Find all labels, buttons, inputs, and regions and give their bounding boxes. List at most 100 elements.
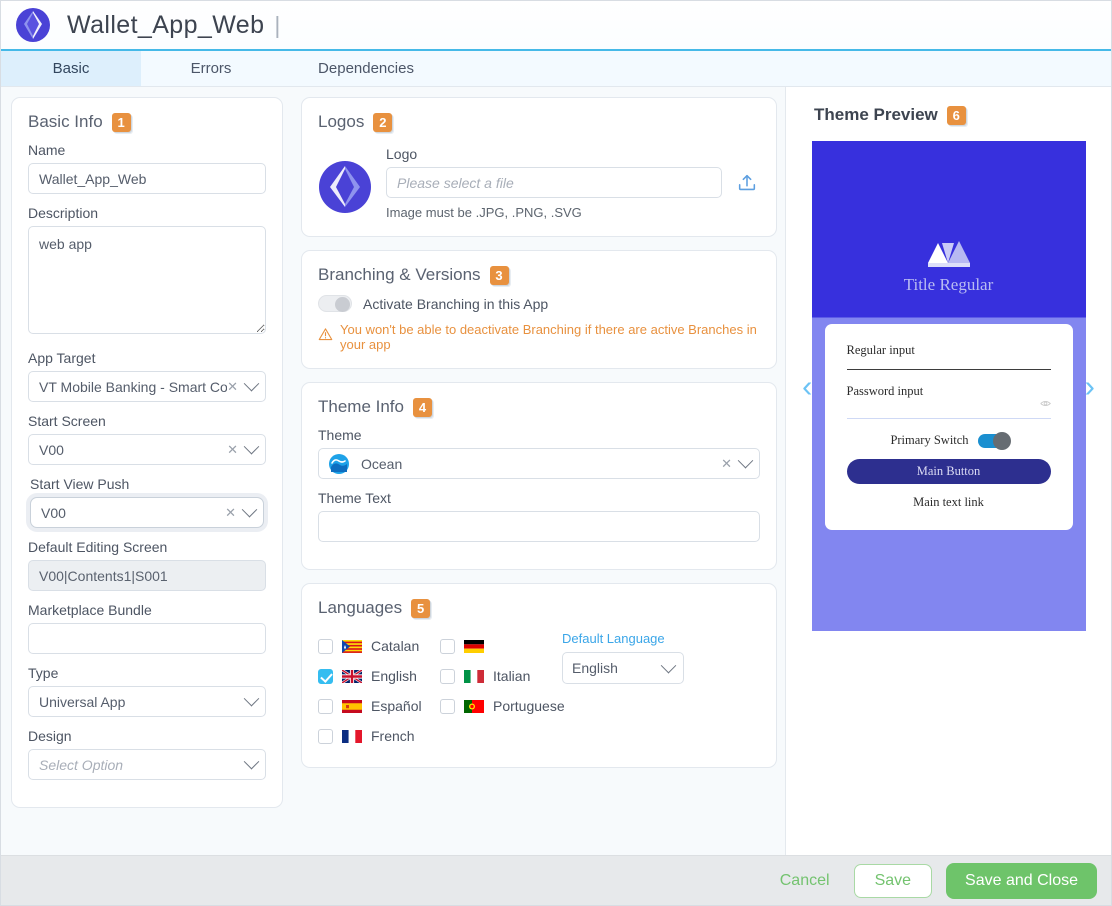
languages-grid: Catalan English Español French Italian P…	[318, 628, 760, 751]
tab-dependencies[interactable]: Dependencies	[281, 51, 451, 86]
spain-flag-icon	[342, 699, 362, 713]
marketplace-bundle-input[interactable]	[28, 623, 266, 654]
start-screen-select[interactable]: V00 ✕	[28, 434, 266, 465]
language-item-german[interactable]	[440, 631, 562, 661]
switch-knob	[992, 431, 1011, 450]
tab-errors[interactable]: Errors	[141, 51, 281, 86]
field-start-screen: Start Screen V00 ✕	[28, 413, 266, 465]
name-input[interactable]	[28, 163, 266, 194]
logo-file-input[interactable]	[386, 167, 722, 198]
type-select[interactable]: Universal App	[28, 686, 266, 717]
app-logo-icon	[15, 7, 51, 43]
app-target-label: App Target	[28, 350, 96, 366]
step-badge-6: 6	[946, 105, 966, 125]
ocean-wave-icon	[329, 453, 349, 474]
language-item-portuguese[interactable]: Portuguese	[440, 691, 565, 721]
theme-select[interactable]: Ocean ✕	[318, 448, 760, 479]
save-button[interactable]: Save	[853, 863, 933, 898]
language-label-portuguese: Portuguese	[493, 698, 565, 714]
language-item-english[interactable]: English	[318, 661, 440, 691]
theme-logo-icon	[927, 141, 970, 267]
main-button[interactable]: Main Button	[846, 459, 1051, 484]
checkbox-catalan[interactable]	[318, 638, 333, 654]
file-row	[386, 167, 760, 198]
start-view-push-select[interactable]: V00 ✕	[30, 497, 264, 528]
language-label-espanol: Español	[371, 698, 422, 714]
next-theme-arrow-icon[interactable]: ›	[1085, 371, 1095, 402]
theme-info-card: Theme Info 4 Theme Ocean ✕ Theme Text	[301, 382, 777, 570]
app-target-select[interactable]: VT Mobile Banking - Smart Conf ✕	[28, 371, 266, 402]
field-theme: Theme Ocean ✕	[318, 427, 760, 479]
design-select[interactable]: Select Option	[28, 749, 266, 780]
eye-icon[interactable]	[1039, 396, 1051, 407]
checkbox-portuguese[interactable]	[440, 698, 455, 714]
upload-icon[interactable]	[734, 168, 760, 198]
start-view-push-label: Start View Push	[30, 476, 130, 492]
chevron-down-icon	[243, 438, 260, 455]
logo-label: Logo	[386, 146, 418, 162]
activate-branching-toggle[interactable]	[318, 295, 352, 312]
theme-text-input[interactable]	[318, 511, 760, 542]
language-label-english: English	[371, 668, 417, 684]
basic-info-card: Basic Info 1 Name Description App Target…	[11, 97, 283, 808]
primary-switch-toggle[interactable]	[977, 431, 1011, 450]
description-label: Description	[28, 205, 99, 221]
regular-input-underline[interactable]	[846, 369, 1051, 370]
step-badge-5: 5	[411, 598, 431, 618]
uk-flag-icon	[341, 668, 363, 684]
theme-info-title: Theme Info	[318, 397, 404, 416]
france-flag-icon	[342, 729, 362, 743]
checkbox-english[interactable]	[318, 668, 333, 684]
activate-branching-label: Activate Branching in this App	[363, 295, 549, 312]
language-item-catalan[interactable]: Catalan	[318, 631, 440, 661]
default-language-column: Default Language English	[562, 631, 742, 751]
warning-triangle-icon	[318, 327, 333, 347]
primary-switch-row: Primary Switch	[847, 431, 1051, 450]
branching-header: Branching & Versions 3	[318, 265, 760, 285]
checkbox-italian[interactable]	[440, 668, 455, 684]
design-value: Select Option	[39, 756, 124, 773]
theme-label: Theme	[318, 427, 362, 443]
languages-column-2: Italian Portuguese	[440, 631, 565, 751]
footer-actions: Cancel Save Save and Close	[1, 855, 1111, 905]
start-view-push-value: V00	[41, 504, 66, 521]
logo-row: Logo Image must be .JPG, .PNG, .SVG	[318, 142, 760, 220]
chevron-down-icon	[243, 753, 260, 770]
design-label: Design	[28, 728, 72, 744]
language-item-french[interactable]: French	[318, 721, 440, 751]
theme-preview-column: Theme Preview 6 ‹ › Title Regular Regula…	[785, 87, 1111, 855]
clear-x-icon[interactable]: ✕	[227, 442, 238, 458]
default-language-select[interactable]: English	[562, 652, 684, 684]
chevron-down-icon	[660, 657, 677, 673]
theme-text-label: Theme Text	[318, 490, 391, 506]
languages-title: Languages	[318, 598, 403, 617]
cancel-button[interactable]: Cancel	[770, 866, 840, 896]
language-label-italian: Italian	[493, 668, 531, 684]
main-text-link[interactable]: Main text link	[847, 495, 1051, 510]
branching-warning-text: You won't be able to deactivate Branchin…	[340, 322, 757, 352]
germany-flag-icon	[464, 639, 484, 653]
title-caret: |	[274, 11, 281, 38]
basic-info-header: Basic Info 1	[28, 112, 266, 132]
checkbox-french[interactable]	[318, 728, 333, 744]
checkbox-german[interactable]	[440, 638, 455, 654]
clear-x-icon[interactable]: ✕	[227, 379, 238, 395]
logo-fields: Logo Image must be .JPG, .PNG, .SVG	[386, 146, 760, 220]
language-item-espanol[interactable]: Español	[318, 691, 440, 721]
default-editing-screen-label: Default Editing Screen	[28, 539, 168, 555]
password-input-underline[interactable]	[846, 418, 1051, 419]
phone-form-card: Regular input Password input Primary Swi…	[824, 324, 1073, 530]
description-textarea[interactable]	[28, 226, 266, 334]
clear-x-icon[interactable]: ✕	[721, 456, 732, 472]
tab-basic[interactable]: Basic	[1, 51, 141, 86]
type-value: Universal App	[39, 693, 126, 710]
field-name: Name	[28, 142, 266, 194]
chevron-down-icon	[243, 375, 260, 392]
default-editing-screen-input	[28, 560, 266, 591]
default-language-label: Default Language	[562, 631, 665, 646]
language-item-italian[interactable]: Italian	[440, 661, 562, 691]
checkbox-espanol[interactable]	[318, 698, 333, 714]
save-and-close-button[interactable]: Save and Close	[946, 862, 1097, 899]
branching-card: Branching & Versions 3 Activate Branchin…	[301, 250, 777, 369]
clear-x-icon[interactable]: ✕	[225, 505, 236, 521]
